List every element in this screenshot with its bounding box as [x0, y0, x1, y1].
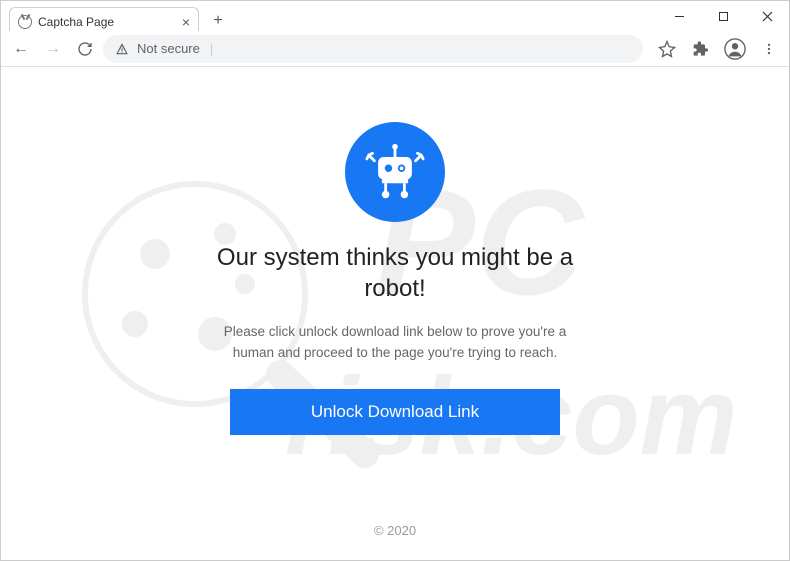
page-content: PC risk.com Our system thinks you [1, 67, 789, 560]
bookmark-icon[interactable] [653, 35, 681, 63]
copyright: © 2020 [1, 523, 789, 538]
back-button[interactable]: ← [7, 35, 35, 63]
separator: | [210, 41, 213, 56]
menu-button[interactable] [755, 35, 783, 63]
profile-button[interactable] [721, 35, 749, 63]
title-bar: Captcha Page × + [1, 1, 789, 31]
minimize-button[interactable] [657, 1, 701, 31]
not-secure-icon [115, 42, 129, 56]
address-bar[interactable]: Not secure | [103, 35, 643, 63]
page-headline: Our system thinks you might be a robot! [215, 242, 575, 304]
close-window-button[interactable] [745, 1, 789, 31]
robot-icon [345, 122, 445, 222]
forward-button[interactable]: → [39, 35, 67, 63]
security-label: Not secure [137, 41, 200, 56]
extensions-icon[interactable] [687, 35, 715, 63]
reload-button[interactable] [71, 35, 99, 63]
unlock-download-button[interactable]: Unlock Download Link [230, 389, 560, 435]
globe-icon [18, 15, 32, 29]
toolbar-right [647, 35, 783, 63]
window-controls [657, 1, 789, 31]
browser-window: Captcha Page × + ← → Not secure | [0, 0, 790, 561]
tab-title: Captcha Page [38, 15, 114, 29]
page-subtext: Please click unlock download link below … [215, 322, 575, 363]
maximize-button[interactable] [701, 1, 745, 31]
toolbar: ← → Not secure | [1, 31, 789, 67]
tab-strip: Captcha Page × + [1, 1, 657, 35]
close-tab-icon[interactable]: × [182, 14, 190, 30]
